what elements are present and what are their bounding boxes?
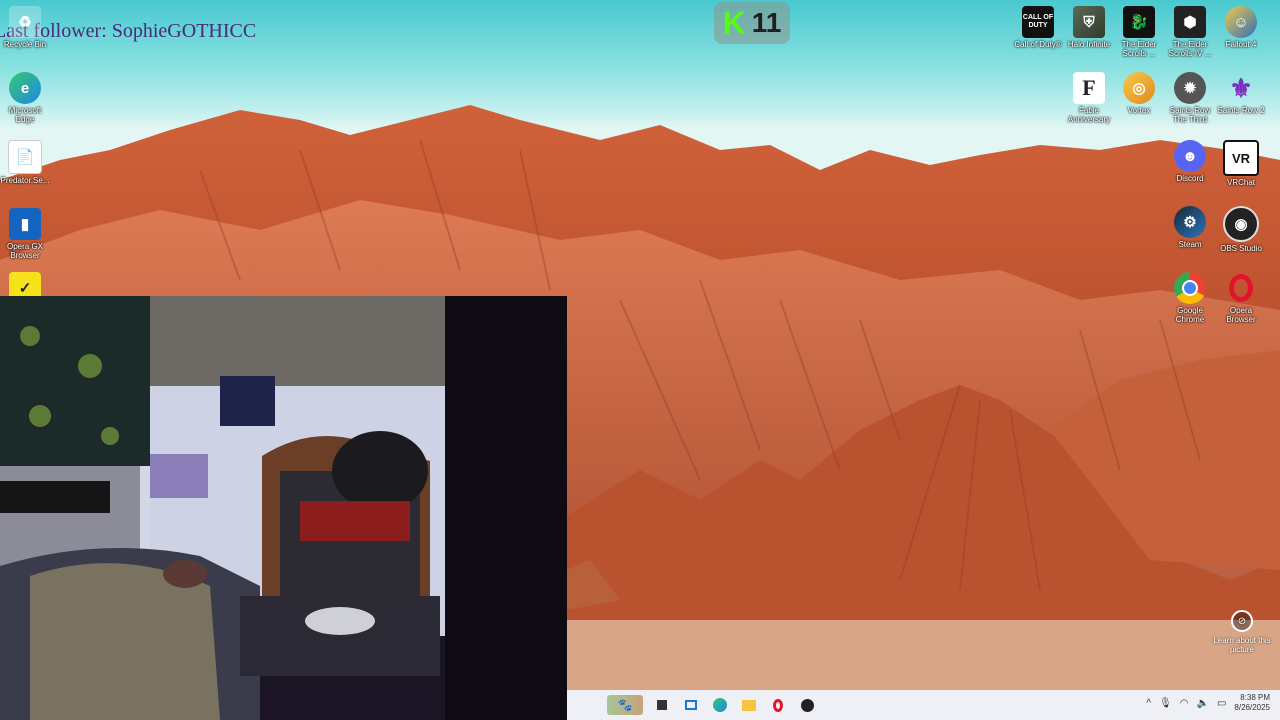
battery-icon[interactable]: ▭ <box>1217 698 1226 709</box>
clock-date: 8/26/2025 <box>1234 703 1270 712</box>
wifi-icon[interactable]: ◠ <box>1180 698 1189 709</box>
desktop-icon-call-of-duty[interactable]: CALL OF DUTY Call of Duty® <box>1013 6 1063 49</box>
file-explorer-icon[interactable] <box>739 695 759 715</box>
halo-infinite-icon: ⛨ <box>1073 6 1105 38</box>
edge-icon: e <box>9 72 41 104</box>
camera-info-icon: ⊘ <box>1231 610 1253 632</box>
desktop-icon-steam[interactable]: ⚙ Steam <box>1165 206 1215 249</box>
desktop-icon-halo-infinite[interactable]: ⛨ Halo Infinite <box>1064 6 1114 49</box>
steam-icon: ⚙ <box>1174 206 1206 238</box>
widgets-icon[interactable]: 🐾 <box>607 695 643 715</box>
obs-icon: ◉ <box>1223 206 1259 242</box>
clock[interactable]: 8:38 PM 8/26/2025 <box>1234 693 1270 713</box>
desktop-icon-saints-row-3[interactable]: ✹ Saints Row The Third <box>1165 72 1215 124</box>
desktop-icon-vortex[interactable]: ◎ Vortex <box>1114 72 1164 115</box>
webcam-feed <box>0 296 567 720</box>
saints-row-2-icon: ⚜ <box>1229 72 1253 103</box>
vrchat-icon: VR <box>1223 140 1259 176</box>
learn-about-picture[interactable]: ⊘ Learn about this picture <box>1212 610 1272 654</box>
show-hidden-icons-chevron[interactable]: ^ <box>1146 698 1151 709</box>
edge-icon[interactable] <box>710 695 730 715</box>
desktop-icon-google-chrome[interactable]: Google Chrome <box>1165 272 1215 324</box>
desktop-icon-opera-gx[interactable]: ▮ Opera GX Browser <box>0 208 50 260</box>
obs-icon[interactable] <box>797 695 817 715</box>
opera-gx-icon: ▮ <box>9 208 41 240</box>
fable-icon: F <box>1073 72 1105 104</box>
desktop-icon-recycle-bin[interactable]: ♻ Recycle Bin <box>0 6 50 49</box>
vortex-icon: ◎ <box>1123 72 1155 104</box>
desktop-icon-fable-anniversary[interactable]: F Fable Anniversary <box>1064 72 1114 124</box>
taskbar: 🐾 ^ 🎙 ◠ 🔈 ▭ 8:38 PM 8/26/2025 <box>567 690 1280 720</box>
desktop-icon-saints-row-2[interactable]: ⚜ Saints Row 2 <box>1216 72 1266 116</box>
desktop-icon-discord[interactable]: ☻ Discord <box>1165 140 1215 183</box>
desktop-icon-predator-file[interactable]: 📄 Predator.Se... <box>0 140 50 185</box>
call-of-duty-icon: CALL OF DUTY <box>1022 6 1054 38</box>
fallout-icon: ☺ <box>1225 6 1257 38</box>
desktop-icon-obs-studio[interactable]: ◉ OBS Studio <box>1216 206 1266 253</box>
desktop-icon-opera-browser[interactable]: Opera Browser <box>1216 272 1266 324</box>
recycle-bin-icon: ♻ <box>9 6 41 38</box>
desktop-icon-oblivion[interactable]: ⬢ The Elder Scrolls IV ... <box>1165 6 1215 58</box>
store-icon[interactable] <box>681 695 701 715</box>
desktop-icon-elder-scrolls[interactable]: 🐉 The Elder Scrolls ... <box>1114 6 1164 58</box>
oblivion-icon: ⬢ <box>1174 6 1206 38</box>
microphone-icon[interactable]: 🎙 <box>1159 698 1172 709</box>
discord-icon: ☻ <box>1174 140 1206 172</box>
opera-icon <box>1225 272 1257 304</box>
task-view-icon[interactable] <box>652 695 672 715</box>
elder-scrolls-icon: 🐉 <box>1123 6 1155 38</box>
opera-icon[interactable] <box>768 695 788 715</box>
desktop-icon-vrchat[interactable]: VR VRChat <box>1216 140 1266 187</box>
kick-viewer-widget: K 11 <box>714 2 790 44</box>
clock-time: 8:38 PM <box>1240 693 1270 702</box>
file-icon: 📄 <box>8 140 42 174</box>
desktop: Last follower: SophieGOTHICC K 11 ♻ Recy… <box>0 0 1280 720</box>
speaker-icon[interactable]: 🔈 <box>1197 698 1209 709</box>
kick-count: 11 <box>751 7 782 38</box>
webcam-image <box>0 296 567 720</box>
desktop-icon-microsoft-edge[interactable]: e Microsoft Edge <box>0 72 50 124</box>
system-tray: ^ 🎙 ◠ 🔈 ▭ 8:38 PM 8/26/2025 <box>1146 693 1270 713</box>
desktop-icon-fallout-4[interactable]: ☺ Fallout 4 <box>1216 6 1266 49</box>
kick-logo-icon: K <box>722 4 746 41</box>
saints-row-3-icon: ✹ <box>1174 72 1206 104</box>
chrome-icon <box>1174 272 1206 304</box>
